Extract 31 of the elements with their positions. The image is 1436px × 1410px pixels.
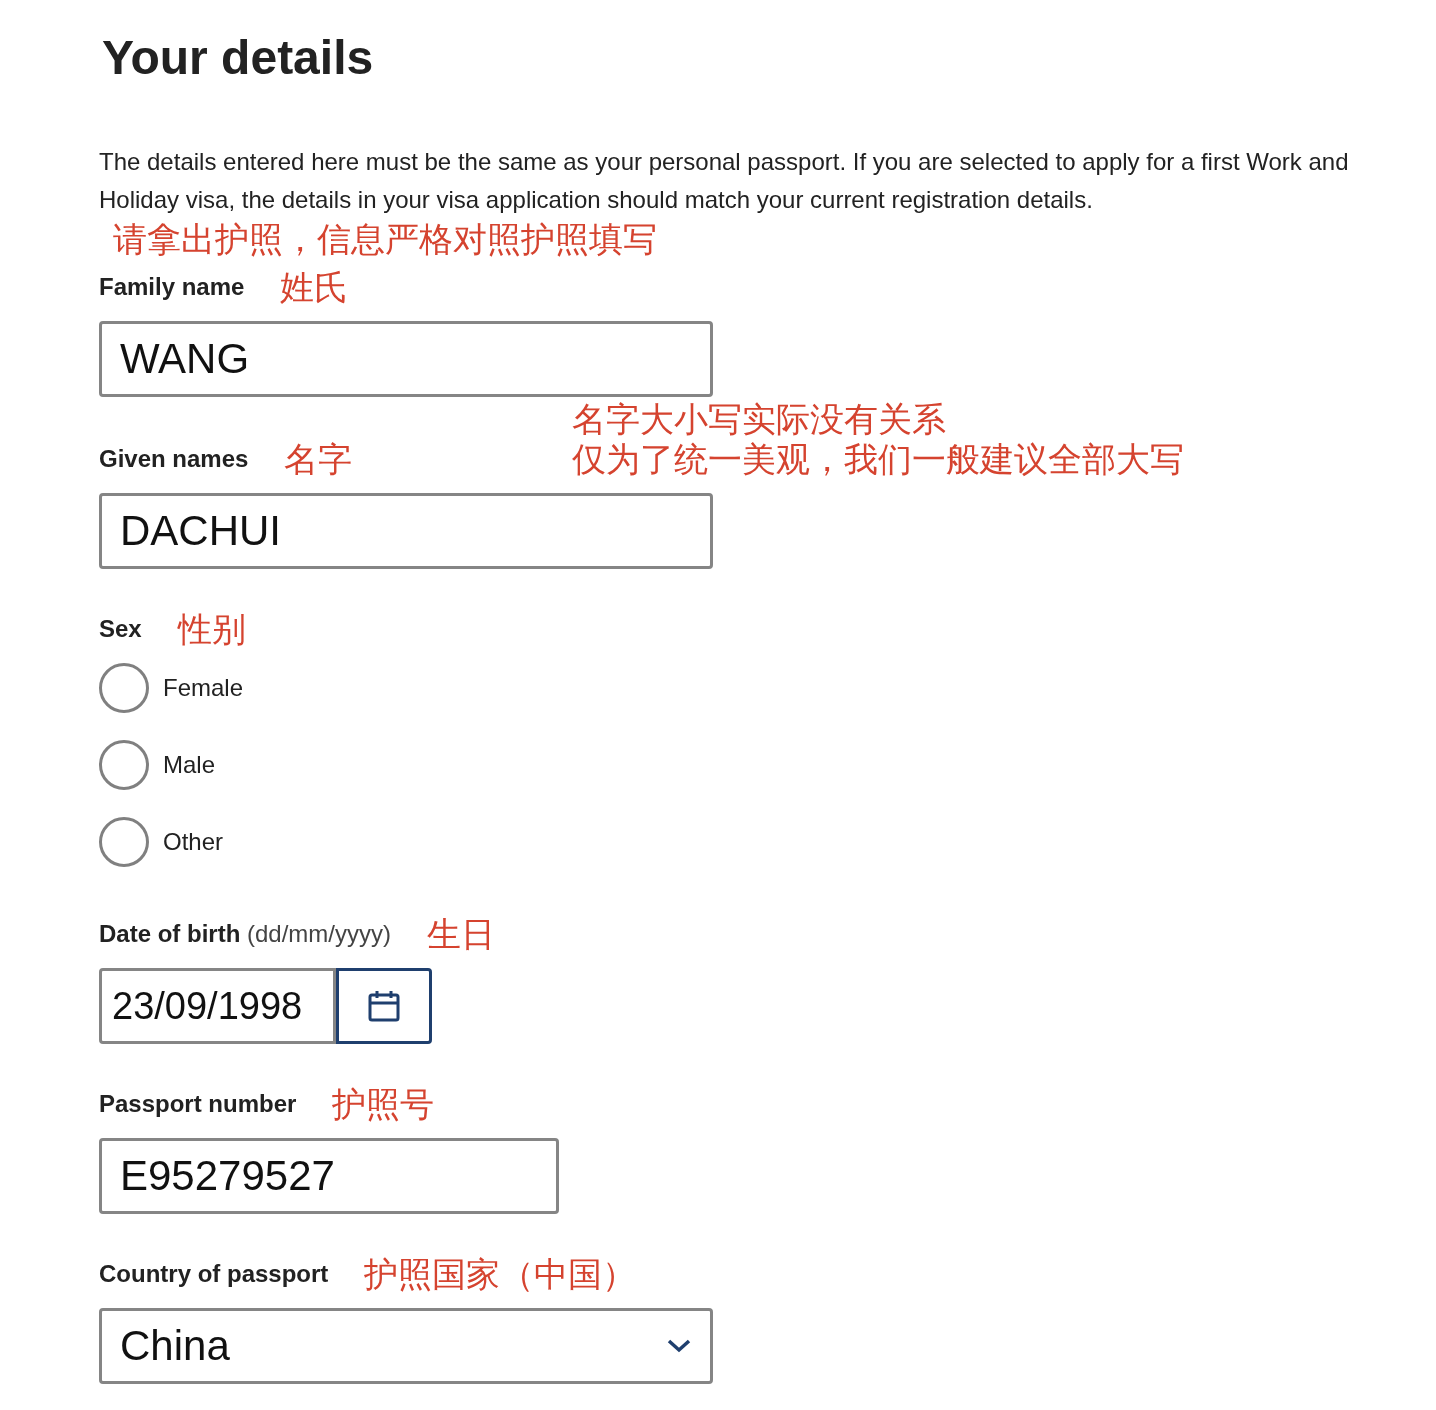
page-title: Your details: [102, 30, 375, 85]
annotation: 生日: [427, 914, 495, 954]
date-field[interactable]: 23/09/1998: [99, 968, 336, 1044]
input-field[interactable]: DACHUI: [99, 493, 713, 569]
radio-label: Male: [163, 751, 216, 779]
calendar-button[interactable]: [336, 968, 432, 1044]
field-label: Given names: [99, 445, 249, 473]
annotation: 护照号: [332, 1084, 435, 1124]
radio-button[interactable]: [99, 663, 149, 713]
annotation: 名字大小写实际没有关系: [572, 399, 948, 439]
input-field[interactable]: E95279527: [99, 1138, 559, 1214]
field-label: Passport number: [99, 1090, 297, 1118]
radio-button[interactable]: [99, 817, 149, 867]
input-field[interactable]: WANG: [99, 321, 713, 397]
field-label: Sex: [99, 615, 142, 643]
annotation: 护照国家（中国）: [364, 1254, 637, 1294]
chevron-icon: [666, 1338, 692, 1354]
annotation: 姓氏: [280, 267, 349, 307]
intro-text: The details entered here must be the same as your personal passport. If you are selected to apply for a first Work and Holiday visa, the details in your visa application should match your current registration details.: [99, 147, 1349, 215]
annotation: 名字: [284, 439, 353, 479]
field-label: Country of passport: [99, 1260, 329, 1288]
annotation: 仅为了统一美观，我们一般建议全部大写: [572, 439, 1185, 479]
country-dropdown[interactable]: China: [99, 1308, 713, 1384]
annotation: 性别: [177, 609, 246, 649]
calendar-icon: [367, 989, 401, 1023]
field-label: Family name: [99, 273, 245, 301]
radio-label: Female: [163, 674, 244, 702]
annotation: 请拿出护照，信息严格对照护照填写: [113, 219, 658, 259]
radio-button[interactable]: [99, 740, 149, 790]
field-label: Date of birth (dd/mm/yyyy): [99, 920, 391, 948]
radio-label: Other: [163, 828, 224, 856]
